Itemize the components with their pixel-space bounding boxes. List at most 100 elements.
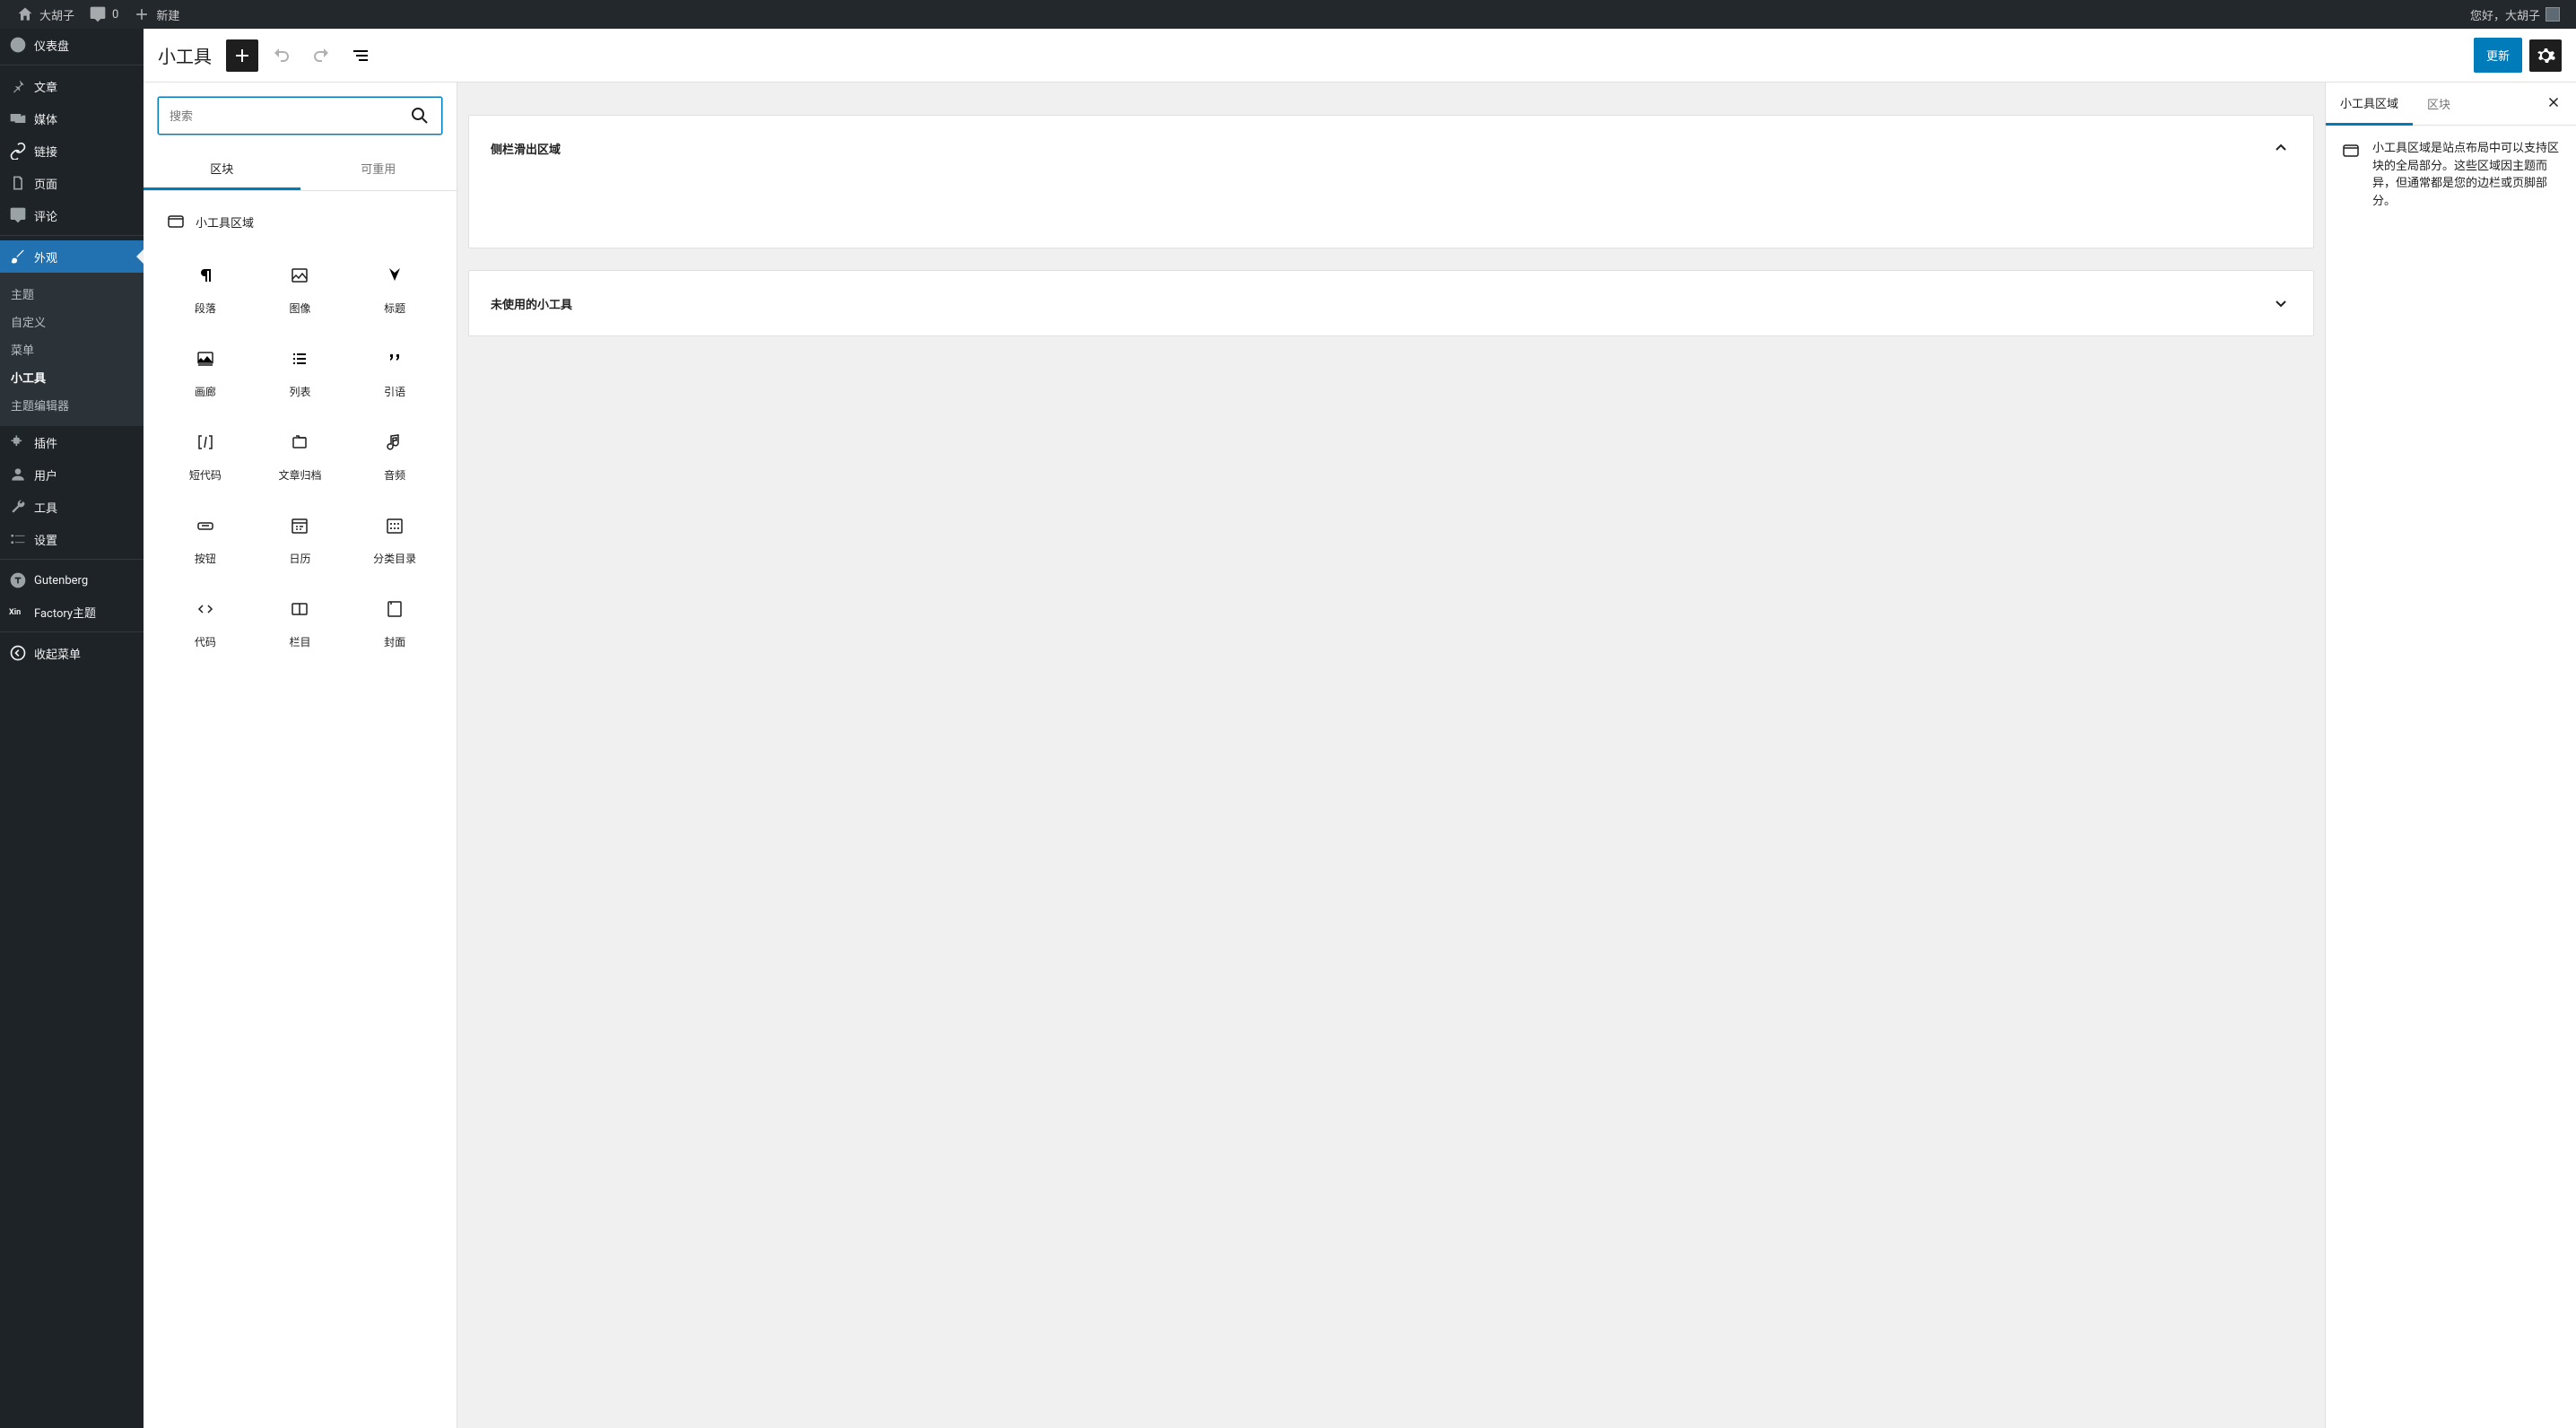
adminbar-comments[interactable]: 0 (82, 0, 126, 29)
widget-area-title: 侧栏滑出区域 (491, 140, 561, 157)
block-item-quote[interactable]: 引语 (347, 334, 442, 417)
block-item-heading[interactable]: 标题 (347, 250, 442, 334)
menu-media[interactable]: 媒体 (0, 102, 144, 135)
archives-icon (289, 431, 310, 453)
gear-icon (2535, 45, 2556, 66)
widget-area-header[interactable]: 侧栏滑出区域 (469, 116, 2313, 180)
adminbar-new[interactable]: 新建 (126, 0, 187, 29)
menu-links[interactable]: 链接 (0, 135, 144, 167)
block-item-image[interactable]: 图像 (253, 250, 348, 334)
calendar-icon (289, 515, 310, 536)
cover-icon (384, 598, 405, 620)
inserter-category[interactable]: 小工具区域 (158, 198, 442, 245)
submenu-widgets[interactable]: 小工具 (0, 363, 144, 391)
chevron-up-icon (2270, 137, 2292, 159)
block-item-code[interactable]: 代码 (158, 584, 253, 667)
inserter-search[interactable] (158, 97, 442, 135)
redo-button[interactable] (305, 39, 337, 72)
tab-blocks[interactable]: 区块 (144, 149, 300, 190)
comment-icon (9, 206, 27, 224)
settings-tabs: 小工具区域 区块 (2326, 83, 2576, 126)
adminbar-account[interactable]: 您好，大胡子 (2463, 0, 2567, 29)
quote-icon (384, 348, 405, 370)
block-item-calendar[interactable]: 日历 (253, 501, 348, 584)
listview-icon (350, 45, 371, 66)
menu-plugins[interactable]: 插件 (0, 426, 144, 458)
listview-button[interactable] (344, 39, 377, 72)
submenu-themes[interactable]: 主题 (0, 280, 144, 308)
block-item-label: 音频 (384, 467, 405, 483)
block-item-label: 栏目 (289, 634, 310, 649)
tab-block[interactable]: 区块 (2413, 83, 2465, 126)
block-item-button[interactable]: 按钮 (158, 501, 253, 584)
block-item-label: 分类目录 (373, 551, 416, 566)
user-icon (9, 466, 27, 483)
block-item-label: 段落 (195, 300, 216, 316)
page-icon (9, 174, 27, 192)
block-item-label: 封面 (384, 634, 405, 649)
menu-tools[interactable]: 工具 (0, 491, 144, 523)
comments-count: 0 (112, 8, 118, 22)
block-item-paragraph[interactable]: 段落 (158, 250, 253, 334)
categories-icon (384, 515, 405, 536)
block-item-gallery[interactable]: 画廊 (158, 334, 253, 417)
menu-users[interactable]: 用户 (0, 458, 144, 491)
menu-collapse[interactable]: 收起菜单 (0, 637, 144, 669)
inserter-toggle-button[interactable] (226, 39, 258, 72)
settings-toggle-button[interactable] (2529, 39, 2562, 72)
submenu-menus[interactable]: 菜单 (0, 335, 144, 363)
menu-settings[interactable]: 设置 (0, 523, 144, 555)
block-item-categories[interactable]: 分类目录 (347, 501, 442, 584)
block-item-archives[interactable]: 文章归档 (253, 417, 348, 501)
adminbar-site[interactable]: 大胡子 (9, 0, 82, 29)
list-icon (289, 348, 310, 370)
search-input[interactable] (170, 109, 409, 123)
media-icon (9, 109, 27, 127)
tab-widget-area[interactable]: 小工具区域 (2326, 83, 2413, 126)
editor-canvas: 侧栏滑出区域 未使用的小工具 (457, 83, 2325, 1428)
block-grid: 段落 图像标题画廊列表引语短代码 文章归档音频按钮 日历分类目录代码 栏目 封面 (158, 245, 442, 667)
shortcode-icon (195, 431, 216, 453)
menu-comments[interactable]: 评论 (0, 199, 144, 231)
comment-icon (89, 5, 107, 23)
widget-area-header[interactable]: 未使用的小工具 (469, 271, 2313, 335)
heading-icon (384, 265, 405, 286)
block-item-label: 引语 (384, 384, 405, 399)
inserter-tabs: 区块 可重用 (144, 149, 457, 191)
block-item-label: 按钮 (195, 551, 216, 566)
block-item-audio[interactable]: 音频 (347, 417, 442, 501)
menu-pages[interactable]: 页面 (0, 167, 144, 199)
menu-appearance[interactable]: 外观 (0, 240, 144, 273)
plugin-icon (9, 433, 27, 451)
block-item-cover[interactable]: 封面 (347, 584, 442, 667)
submenu-theme-editor[interactable]: 主题编辑器 (0, 391, 144, 419)
block-item-label: 代码 (195, 634, 216, 649)
block-item-columns[interactable]: 栏目 (253, 584, 348, 667)
block-item-label: 标题 (384, 300, 405, 316)
menu-dashboard[interactable]: 仪表盘 (0, 29, 144, 61)
admin-sidebar: 仪表盘 文章 媒体 链接 页面 评论 外观 主题 自定义 菜单 小工具 主题编辑… (0, 29, 144, 1428)
undo-button[interactable] (265, 39, 298, 72)
editor: 小工具 更新 区块 (144, 29, 2576, 1428)
code-icon (195, 598, 216, 620)
appearance-submenu: 主题 自定义 菜单 小工具 主题编辑器 (0, 273, 144, 426)
avatar (2546, 7, 2560, 22)
plus-icon (231, 45, 253, 66)
update-button[interactable]: 更新 (2474, 38, 2522, 73)
area-icon (2340, 140, 2362, 161)
submenu-customize[interactable]: 自定义 (0, 308, 144, 335)
tab-reusable[interactable]: 可重用 (300, 149, 457, 190)
menu-gutenberg[interactable]: Gutenberg (0, 564, 144, 596)
brush-icon (9, 248, 27, 266)
menu-posts[interactable]: 文章 (0, 70, 144, 102)
block-item-shortcode[interactable]: 短代码 (158, 417, 253, 501)
settings-description: 小工具区域是站点布局中可以支持区块的全局部分。这些区域因主题而异，但通常都是您的… (2372, 140, 2562, 210)
block-item-list[interactable]: 列表 (253, 334, 348, 417)
category-label: 小工具区域 (196, 213, 254, 231)
home-icon (16, 5, 34, 23)
menu-factory[interactable]: XinFactory主题 (0, 596, 144, 628)
close-settings-button[interactable] (2531, 94, 2576, 114)
widget-area-body[interactable] (469, 180, 2313, 248)
button-icon (195, 515, 216, 536)
block-item-label: 短代码 (189, 467, 222, 483)
